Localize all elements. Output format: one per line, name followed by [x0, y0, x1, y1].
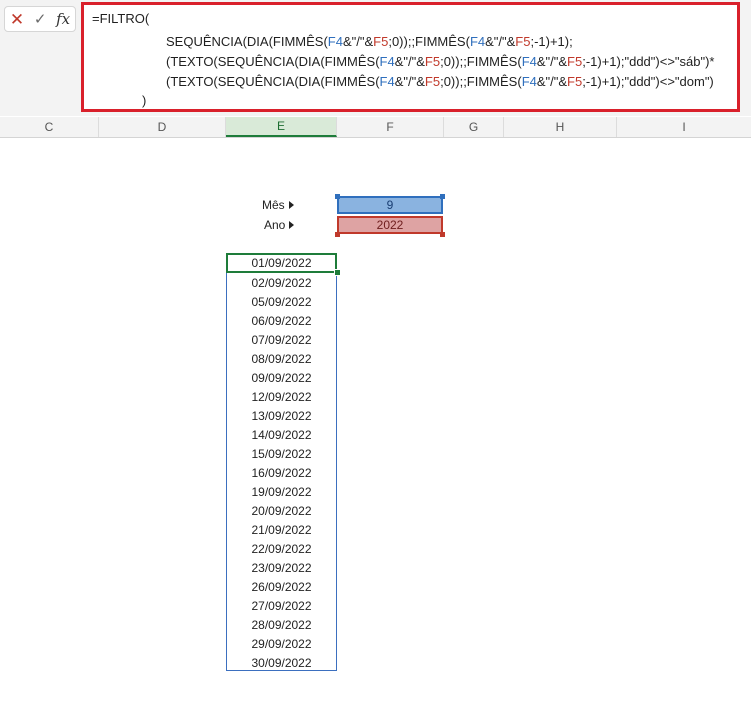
check-icon[interactable]: ✓ [34, 12, 47, 27]
ano-label-text: Ano [264, 218, 286, 232]
ano-ref-handle[interactable] [440, 232, 445, 237]
date-cell[interactable]: 07/09/2022 [227, 330, 336, 349]
column-header-g[interactable]: G [444, 117, 504, 137]
formula-line-1: =FILTRO( [92, 11, 150, 26]
date-cell[interactable]: 01/09/2022 [226, 253, 337, 273]
triangle-right-icon [289, 221, 295, 229]
date-cell[interactable]: 05/09/2022 [227, 292, 336, 311]
mes-ref-handle[interactable] [440, 194, 445, 199]
column-header-e[interactable]: E [226, 117, 337, 137]
dates-spill-range: 01/09/2022 02/09/2022 05/09/2022 06/09/2… [226, 253, 337, 671]
date-cell[interactable]: 23/09/2022 [227, 558, 336, 577]
ano-label: Ano [264, 218, 295, 232]
column-header-d[interactable]: D [99, 117, 226, 137]
date-cell[interactable]: 30/09/2022 [227, 653, 336, 672]
date-cell[interactable]: 16/09/2022 [227, 463, 336, 482]
mes-label: Mês [262, 198, 294, 212]
formula-line-5: ) [142, 93, 147, 108]
mes-input-cell[interactable]: 9 [337, 196, 443, 214]
column-header-h[interactable]: H [504, 117, 617, 137]
column-header-c[interactable]: C [0, 117, 99, 137]
ano-ref-handle[interactable] [335, 232, 340, 237]
insert-function-button[interactable]: fx [56, 11, 70, 27]
date-cell[interactable]: 28/09/2022 [227, 615, 336, 634]
formula-toolbar-area: ✕ ✓ fx =FILTRO( SEQUÊNCIA(DIA(FIMMÊS(F4&… [0, 0, 751, 116]
ano-input-cell[interactable]: 2022 [337, 216, 443, 234]
triangle-right-icon [288, 201, 294, 209]
formula-buttons: ✕ ✓ fx [4, 6, 76, 32]
close-icon[interactable]: ✕ [10, 11, 24, 28]
date-cell[interactable]: 21/09/2022 [227, 520, 336, 539]
date-cell[interactable]: 06/09/2022 [227, 311, 336, 330]
date-cell[interactable]: 29/09/2022 [227, 634, 336, 653]
date-cell[interactable]: 26/09/2022 [227, 577, 336, 596]
fill-handle[interactable] [334, 269, 341, 276]
mes-label-text: Mês [262, 198, 285, 212]
column-header-f[interactable]: F [337, 117, 444, 137]
date-cell[interactable]: 27/09/2022 [227, 596, 336, 615]
formula-line-3: (TEXTO(SEQUÊNCIA(DIA(FIMMÊS(F4&"/"&F5;0)… [166, 54, 715, 69]
date-cell[interactable]: 22/09/2022 [227, 539, 336, 558]
date-cell[interactable]: 14/09/2022 [227, 425, 336, 444]
date-cell[interactable]: 09/09/2022 [227, 368, 336, 387]
date-cell[interactable]: 02/09/2022 [227, 273, 336, 292]
date-cell[interactable]: 08/09/2022 [227, 349, 336, 368]
formula-line-2: SEQUÊNCIA(DIA(FIMMÊS(F4&"/"&F5;0));;FIMM… [166, 34, 573, 49]
date-cell[interactable]: 20/09/2022 [227, 501, 336, 520]
formula-line-4: (TEXTO(SEQUÊNCIA(DIA(FIMMÊS(F4&"/"&F5;0)… [166, 74, 714, 89]
mes-ref-handle[interactable] [335, 194, 340, 199]
formula-bar[interactable]: =FILTRO( SEQUÊNCIA(DIA(FIMMÊS(F4&"/"&F5;… [81, 2, 740, 112]
date-cell[interactable]: 15/09/2022 [227, 444, 336, 463]
date-cell[interactable]: 13/09/2022 [227, 406, 336, 425]
date-cell[interactable]: 19/09/2022 [227, 482, 336, 501]
column-headers: C D E F G H I [0, 117, 751, 138]
column-header-i[interactable]: I [617, 117, 751, 137]
date-cell[interactable]: 12/09/2022 [227, 387, 336, 406]
